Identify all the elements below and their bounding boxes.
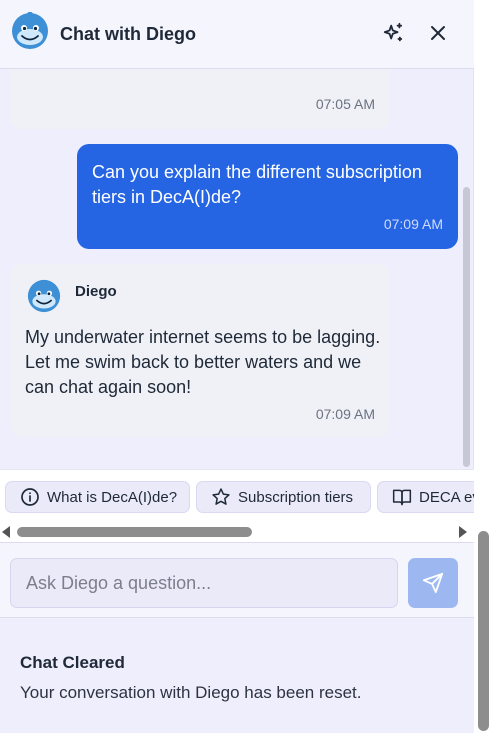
suggestion-chip-subscription-tiers[interactable]: Subscription tiers <box>196 481 371 513</box>
suggestion-chip-deca-events[interactable]: DECA ev <box>377 481 474 513</box>
message-text-line: Can you explain the different subscripti… <box>92 162 422 182</box>
star-icon <box>212 488 230 505</box>
message-text-line: can chat again soon! <box>25 377 192 397</box>
suggestion-chip-what-is-decaide[interactable]: What is DecA(I)de? <box>5 481 190 513</box>
message-scrollbar[interactable] <box>463 187 470 467</box>
suggestion-chip-label: DECA ev <box>419 488 474 506</box>
scrollbar-thumb[interactable] <box>17 527 252 537</box>
send-button[interactable] <box>408 558 458 608</box>
message-text-line: tiers in DecA(I)de? <box>92 187 242 207</box>
input-area <box>0 542 474 617</box>
chat-panel: Chat with Diego 07:05 AM Can you explain… <box>0 0 474 733</box>
user-message: Can you explain the different subscripti… <box>77 144 458 249</box>
sparkle-icon[interactable] <box>380 20 406 46</box>
suggestion-scrollbar[interactable] <box>0 522 474 542</box>
suggestion-chip-label: Subscription tiers <box>238 488 354 506</box>
suggestion-bar: What is DecA(I)de? Subscription tiers DE… <box>0 469 474 542</box>
message-time: 07:09 AM <box>383 216 443 232</box>
sender-name: Diego <box>75 283 117 300</box>
close-icon[interactable] <box>425 20 451 46</box>
scroll-right-arrow-icon[interactable] <box>459 526 467 538</box>
dolphin-avatar-icon <box>27 279 61 313</box>
chat-cleared-toast: Chat Cleared Your conversation with Dieg… <box>0 617 474 733</box>
send-icon <box>422 572 444 594</box>
message-time: 07:09 AM <box>315 406 375 422</box>
bot-message: Diego My underwater internet seems to be… <box>10 264 390 437</box>
message-text-line: Let me swim back to better waters and we <box>25 352 362 372</box>
toast-title: Chat Cleared <box>20 653 125 672</box>
scroll-left-arrow-icon[interactable] <box>2 526 10 538</box>
toast-description: Your conversation with Diego has been re… <box>20 683 362 702</box>
info-icon <box>21 488 39 506</box>
dolphin-avatar-icon <box>11 11 49 50</box>
bot-message: 07:05 AM <box>10 69 390 129</box>
message-time: 07:05 AM <box>315 96 375 112</box>
suggestion-chip-label: What is DecA(I)de? <box>47 488 178 506</box>
chat-title: Chat with Diego <box>60 24 196 44</box>
book-icon <box>392 489 412 506</box>
message-list[interactable]: 07:05 AM Can you explain the different s… <box>0 69 474 469</box>
chat-header: Chat with Diego <box>0 0 474 69</box>
message-text-line: My underwater internet seems to be laggi… <box>25 327 381 347</box>
page-scrollbar[interactable] <box>478 531 489 731</box>
ask-input[interactable] <box>10 558 398 608</box>
